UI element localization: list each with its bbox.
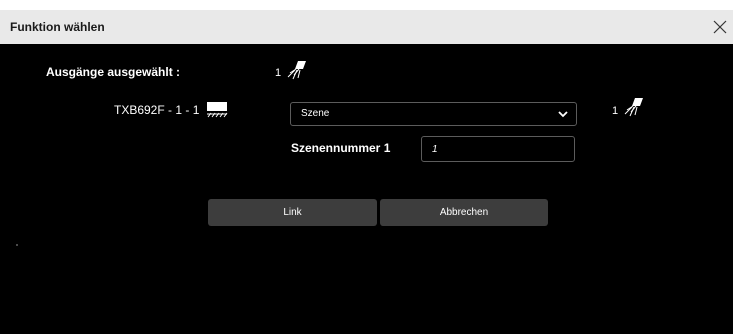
link-button[interactable]: Link [208,199,377,226]
device-output-count: 1 [612,105,619,117]
scene-number-input[interactable] [421,136,575,162]
close-icon [713,20,727,34]
scene-number-label: Szenennummer 1 [291,141,391,155]
function-select-value: Szene [301,108,330,119]
chevron-down-icon [558,111,568,118]
light-fixture-icon [287,61,306,80]
device-name: TXB692F - 1 - 1 [114,103,200,117]
cancel-button[interactable]: Abbrechen [380,199,548,226]
outputs-selected-count: 1 [275,67,282,79]
light-fixture-icon [624,98,643,117]
function-dialog: Funktion wählen Ausgänge ausgewählt : 1 … [0,0,733,334]
function-select[interactable]: Szene [290,102,577,126]
dialog-content: Ausgänge ausgewählt : 1 TXB692F - 1 - 1 … [0,44,733,334]
dialog-title: Funktion wählen [10,20,105,34]
blind-shutter-icon [207,102,228,118]
decorative-dot [16,244,18,246]
outputs-selected-label: Ausgänge ausgewählt : [46,65,181,79]
dialog-titlebar: Funktion wählen [0,10,733,44]
close-button[interactable] [709,16,731,38]
